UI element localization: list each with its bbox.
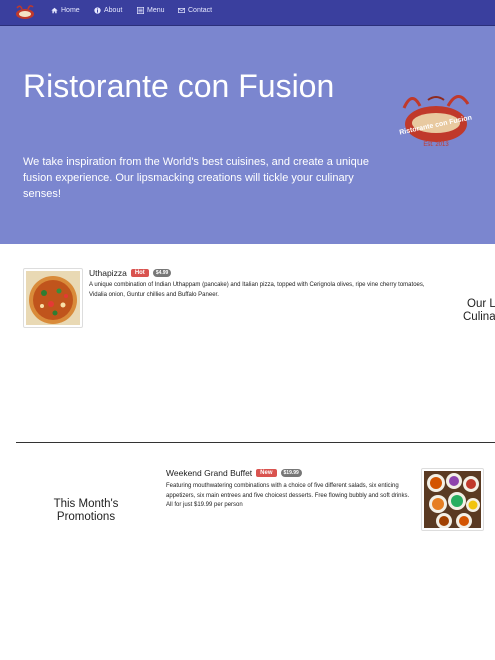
- promotion-label-badge: New: [256, 469, 277, 477]
- promotion-image: [421, 468, 484, 531]
- promotion-name: Weekend Grand Buffet: [166, 468, 253, 478]
- promotion-heading: Weekend Grand Buffet New $19.99: [166, 468, 302, 478]
- nav-about-label: About: [104, 7, 123, 14]
- brand-logo[interactable]: [14, 3, 36, 21]
- culinary-heading-line-1: Our L: [467, 298, 495, 310]
- nav-contact-label: Contact: [188, 7, 213, 14]
- nav-menu[interactable]: Menu: [137, 7, 165, 14]
- nav-home[interactable]: Home: [51, 7, 80, 14]
- svg-text:Est. 2013: Est. 2013: [423, 142, 449, 148]
- dish-label-badge: Hot: [130, 269, 149, 277]
- promotion-price-badge: $19.99: [280, 469, 302, 477]
- promotions-heading: This Month's Promotions: [53, 498, 119, 523]
- jumbotron: Ristorante con Fusion We take inspiratio…: [0, 26, 495, 244]
- restaurant-logo: Ristorante con Fusion Est. 2013: [399, 95, 473, 148]
- envelope-icon: [178, 8, 185, 13]
- page-title: Ristorante con Fusion: [23, 68, 335, 104]
- dish-name: Uthapizza: [89, 268, 127, 278]
- nav-menu-label: Menu: [147, 7, 165, 14]
- navbar: Home About Menu Contact: [0, 0, 495, 26]
- pizza-image: [26, 271, 80, 325]
- dish-description: A unique combination of Indian Uthappam …: [89, 282, 425, 298]
- home-icon: [51, 7, 58, 14]
- dish-image: [23, 268, 83, 328]
- nav-contact[interactable]: Contact: [178, 7, 212, 14]
- nav-home-label: Home: [61, 7, 80, 14]
- nav-about[interactable]: About: [94, 7, 122, 14]
- section-divider: [16, 442, 495, 443]
- culinary-heading-line-2: Culina: [463, 311, 495, 323]
- culinary-heading-partial: Our L Culina: [463, 298, 495, 324]
- buffet-image: [424, 471, 481, 529]
- list-icon: [137, 7, 144, 14]
- jumbotron-text: We take inspiration from the World's bes…: [23, 156, 369, 200]
- promotion-description: Featuring mouthwatering combinations wit…: [166, 483, 410, 508]
- dish-price-badge: $4.99: [152, 269, 172, 277]
- info-icon: [94, 7, 101, 14]
- dish-heading: Uthapizza Hot $4.99: [89, 268, 172, 278]
